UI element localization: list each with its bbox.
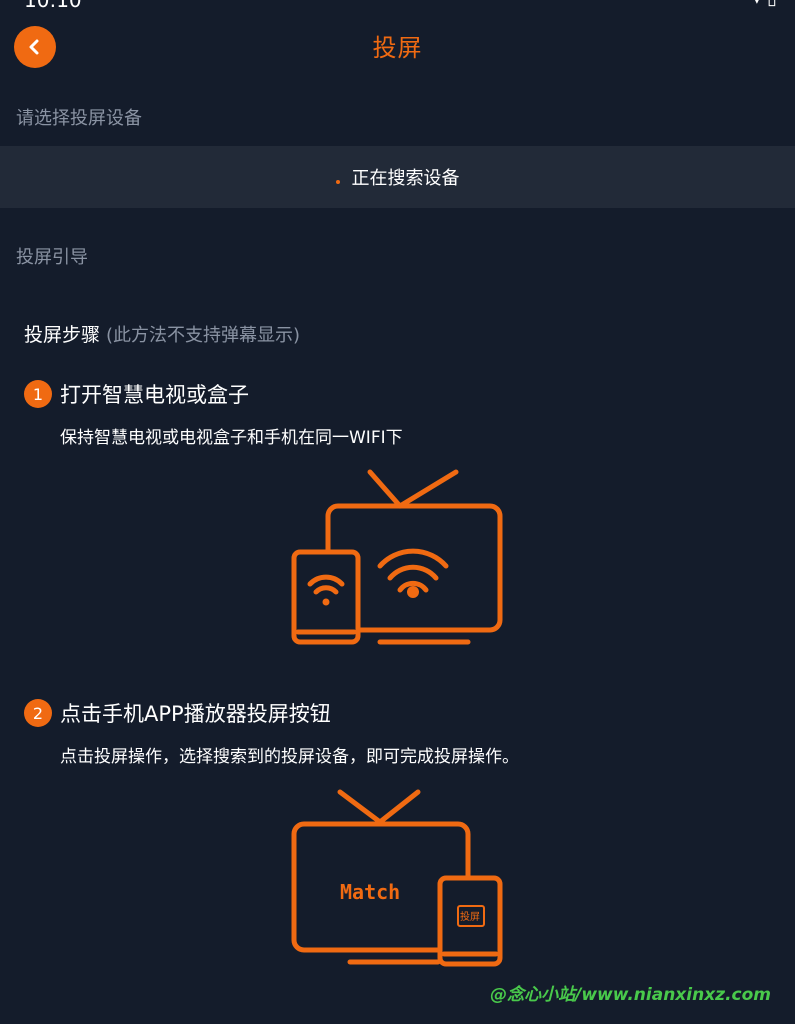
steps-title-text: 投屏步骤 xyxy=(24,324,101,346)
tv-phone-wifi-illustration xyxy=(291,469,503,645)
steps-note: (此方法不支持弹幕显示) xyxy=(106,325,301,346)
step-1-header: 1 打开智慧电视或盒子 xyxy=(24,379,249,409)
watermark: @念心小站/www.nianxinxz.com xyxy=(490,985,771,1005)
step-2-number: 2 xyxy=(24,699,52,727)
search-status-text: 正在搜索设备 xyxy=(351,168,460,189)
step-1-number: 1 xyxy=(24,380,52,408)
guide-label: 投屏引导 xyxy=(16,247,88,268)
steps-title: 投屏步骤 (此方法不支持弹幕显示) xyxy=(24,320,300,347)
step-2-header: 2 点击手机APP播放器投屏按钮 xyxy=(24,698,331,728)
loading-dot-icon xyxy=(335,180,340,184)
tv-phone-cast-illustration: Match 投屏 xyxy=(288,786,508,971)
step-2-desc: 点击投屏操作，选择搜索到的投屏设备，即可完成投屏操作。 xyxy=(60,747,519,767)
status-bar: 10:10 ▾ ▯ xyxy=(0,0,795,12)
tv-screen-text: Match xyxy=(340,880,401,904)
device-search-row[interactable]: 正在搜索设备 xyxy=(0,146,795,208)
step-1-desc: 保持智慧电视或电视盒子和手机在同一WIFI下 xyxy=(60,428,403,448)
step-2-title: 点击手机APP播放器投屏按钮 xyxy=(60,702,331,726)
select-device-label: 请选择投屏设备 xyxy=(16,108,142,129)
header: 投屏 xyxy=(0,8,795,86)
cast-label: 投屏 xyxy=(460,912,480,923)
page-title: 投屏 xyxy=(372,34,423,62)
step-1-title: 打开智慧电视或盒子 xyxy=(60,383,249,407)
